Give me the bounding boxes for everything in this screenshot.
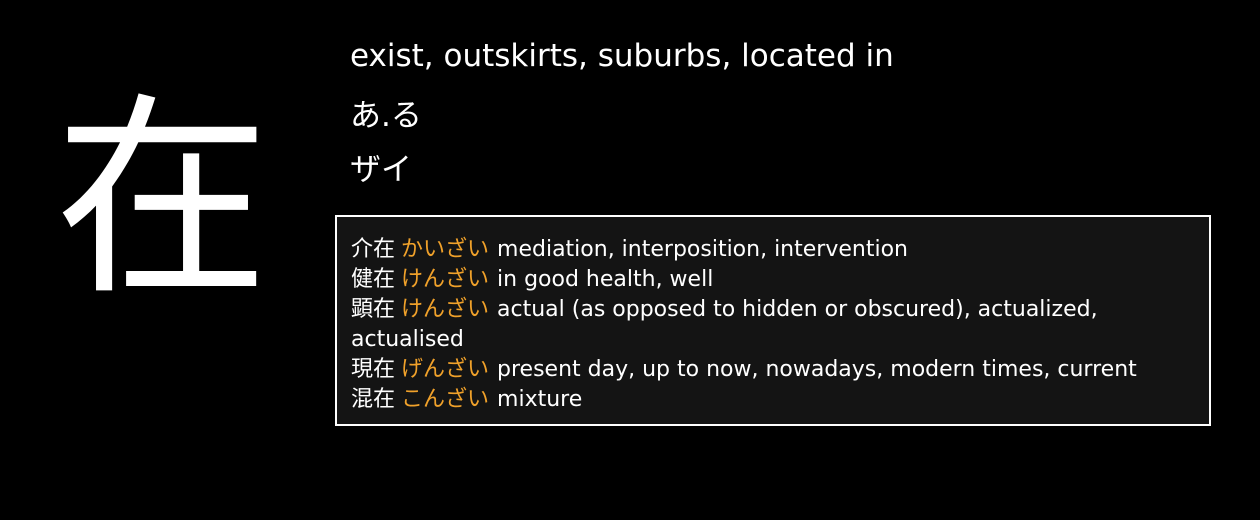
vocab-word: 現在: [351, 357, 396, 382]
vocab-word: 介在: [351, 237, 396, 262]
vocab-meaning: mixture: [497, 387, 583, 412]
vocabulary-row: 健在 けんざい in good health, well: [351, 265, 1195, 295]
vocab-reading: こんざい: [401, 387, 490, 412]
kanji-meaning: exist, outskirts, suburbs, located in: [350, 38, 894, 74]
vocabulary-panel: 介在 かいざい mediation, interposition, interven…: [335, 215, 1211, 426]
on-reading: ザイ: [350, 152, 412, 188]
vocabulary-row: 介在 かいざい mediation, interposition, interven…: [351, 235, 1195, 265]
vocabulary-row: 混在 こんざい mixture: [351, 385, 1195, 415]
vocab-word: 混在: [351, 387, 396, 412]
vocab-meaning: present day, up to now, nowadays, modern…: [497, 357, 1137, 382]
vocabulary-row: 顕在 けんざい actual (as opposed to hidden or ob…: [351, 295, 1195, 355]
vocab-word: 健在: [351, 267, 396, 292]
vocab-meaning: in good health, well: [497, 267, 714, 292]
vocab-reading: けんざい: [401, 267, 490, 292]
vocab-reading: かいざい: [401, 237, 490, 262]
vocab-word: 顕在: [351, 297, 396, 322]
vocab-meaning: mediation, interposition, intervention: [497, 237, 908, 262]
vocab-reading: けんざい: [401, 297, 490, 322]
kun-reading: あ.る: [350, 98, 422, 134]
vocab-reading: げんざい: [401, 357, 490, 382]
kanji-character: 在: [54, 74, 270, 325]
vocabulary-row: 現在 げんざい present day, up to now, nowadays, …: [351, 355, 1195, 385]
